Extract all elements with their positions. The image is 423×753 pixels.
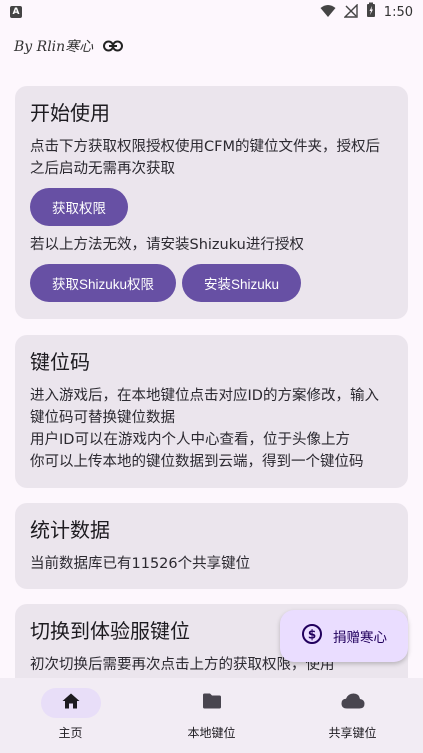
keycode-text-2: 用户ID可以在游戏内个人中心查看，位于头像上方 [30,432,350,448]
keycode-card-title: 键位码 [30,350,90,374]
signal-off-icon [343,2,358,22]
shizuku-hint: 若以上方法无效，请安装Shizuku进行授权 [30,237,304,253]
a-icon: A [10,6,22,18]
keycode-text-1: 进入游戏后，在本地键位点击对应ID的方案修改，输入键位码可替换键位数据 [30,388,379,426]
link-icon[interactable] [103,40,124,52]
status-time: 1:50 [383,4,413,20]
nav-item-local[interactable]: 本地键位 [141,678,282,753]
battery-icon [366,2,376,22]
keycode-text-3: 你可以上传本地的键位数据到云端，得到一个键位码 [30,454,364,470]
svg-text:$: $ [308,628,316,642]
stats-card: 统计数据 当前数据库已有11526个共享键位 [15,503,408,589]
nav-pill-local [182,688,242,718]
start-card-text: 点击下方获取权限授权使用CFM的键位文件夹，授权后之后启动无需再次获取 [30,139,380,177]
home-icon [62,693,80,713]
start-card: 开始使用 点击下方获取权限授权使用CFM的键位文件夹，授权后之后启动无需再次获取… [15,86,408,319]
status-right: 1:50 [320,2,413,22]
nav-pill-home [40,688,101,718]
donate-label: 捐赠寒心 [333,630,387,646]
get-permission-button[interactable]: 获取权限 [30,188,128,226]
app-header: By Rlin寒心 [0,28,423,64]
stats-text: 当前数据库已有11526个共享键位 [30,556,251,572]
nav-label-shared: 共享键位 [328,726,377,740]
status-bar: A 1:50 [0,0,423,24]
donate-fab[interactable]: $ 捐赠寒心 [280,610,408,662]
stats-card-title: 统计数据 [30,518,110,542]
install-shizuku-button[interactable]: 安装Shizuku [182,264,301,302]
nav-label-local: 本地键位 [187,726,236,740]
nav-label-home: 主页 [58,726,83,740]
nav-item-shared[interactable]: 共享键位 [282,678,423,753]
folder-icon [202,693,222,713]
dollar-icon: $ [301,623,323,649]
shizuku-permission-button[interactable]: 获取Shizuku权限 [30,264,176,302]
wifi-icon [320,3,336,22]
nav-pill-shared [323,688,383,718]
bottom-nav: 主页 本地键位 共享键位 [0,678,423,753]
keycode-card: 键位码 进入游戏后，在本地键位点击对应ID的方案修改，输入键位码可替换键位数据 … [15,335,408,488]
status-left: A [10,6,22,18]
cloud-icon [341,693,365,713]
nav-item-home[interactable]: 主页 [0,678,141,753]
start-card-title: 开始使用 [30,101,110,125]
brand-title: By Rlin寒心 [14,39,94,55]
